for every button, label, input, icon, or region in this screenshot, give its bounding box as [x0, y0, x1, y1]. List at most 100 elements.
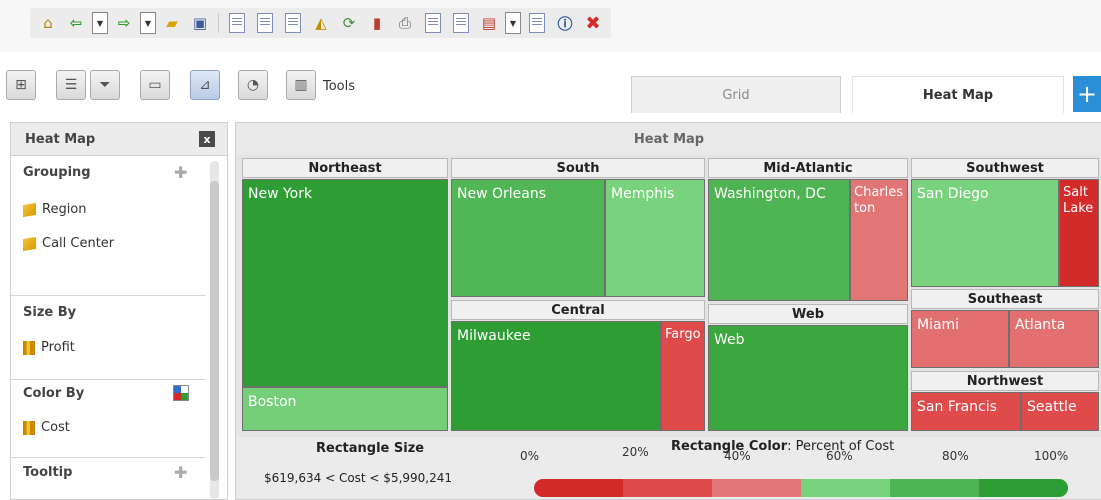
add-grouping-icon[interactable]: ✚ [174, 163, 187, 182]
heatmap-legend: Rectangle Size $619,634 < Cost < $5,990,… [236, 437, 1101, 499]
chart-tool-icon[interactable]: ◔ [238, 70, 268, 100]
heatmap-cell-san-diego[interactable]: San Diego [911, 179, 1059, 287]
panel-scrollbar-thumb[interactable] [210, 181, 219, 481]
close-report-icon[interactable]: ✖ [581, 11, 605, 35]
heatmap-cell-boston[interactable]: Boston [242, 387, 448, 431]
add-tooltip-icon[interactable]: ✚ [174, 463, 187, 482]
home-icon[interactable]: ⌂ [36, 11, 60, 35]
color-scheme-icon[interactable] [173, 385, 189, 401]
close-panel-icon[interactable]: x [199, 131, 215, 147]
panel-title: Heat Map [25, 131, 96, 147]
back-arrow-icon[interactable]: ⇦ [64, 11, 88, 35]
group-header-web: Web [708, 304, 908, 324]
group-header-central: Central [451, 300, 705, 320]
pdf-export-icon[interactable]: ▤ [477, 11, 501, 35]
columns-icon[interactable]: ☰ [56, 70, 86, 100]
legend-tick-label: 0% [520, 449, 540, 463]
report-edit-icon[interactable] [281, 11, 305, 35]
view-toolbar: ⊞ ☰ ⏷ ▭ ⊿ ◔ ▥ Tools Grid Heat Map + [0, 66, 1101, 114]
panel-header: Heat Map x [11, 123, 227, 156]
section-divider [11, 379, 206, 380]
section-divider [11, 295, 206, 296]
group-header-mid-atlantic: Mid-Atlantic [708, 158, 908, 178]
heatmap-cell-atlanta[interactable]: Atlanta [1009, 310, 1099, 368]
grouping-title: Grouping [23, 165, 91, 180]
heatmap-view: Heat Map Northeast New York Boston South… [235, 122, 1101, 500]
tab-heat-map[interactable]: Heat Map [852, 76, 1064, 113]
legend-color-stop [534, 479, 623, 497]
info-icon[interactable]: ⓘ [553, 11, 577, 35]
legend-color-stop [890, 479, 979, 497]
layout-icon[interactable]: ▭ [140, 70, 170, 100]
add-column-icon[interactable]: ⊞ [6, 70, 36, 100]
color-by-item-cost[interactable]: Cost [23, 420, 70, 435]
grouping-item-region[interactable]: Region [23, 202, 87, 217]
heatmap-tool-icon[interactable]: ⊿ [190, 70, 220, 100]
heatmap-cell-seattle[interactable]: Seattle [1021, 392, 1099, 431]
heatmap-cell-milwaukee[interactable]: Milwaukee [451, 321, 661, 431]
legend-color-stop [979, 479, 1068, 497]
color-by-item-label: Cost [41, 420, 70, 435]
report-list-icon[interactable] [253, 11, 277, 35]
legend-color-stop [712, 479, 801, 497]
heatmap-cell-fargo[interactable]: Fargo [661, 321, 705, 431]
main-toolbar-strip: ⌂ ⇦ ▼ ⇨ ▼ ▰ ▣ ◭ ⟳ ▮ ⎙ ▤ ▼ ⓘ ✖ [30, 8, 611, 38]
dimension-icon [23, 236, 36, 251]
heatmap-settings-panel: Heat Map x Grouping ✚ Region Call Center… [10, 122, 228, 500]
group-header-south: South [451, 158, 705, 178]
new-report-icon[interactable] [225, 11, 249, 35]
grouping-item-label: Call Center [42, 236, 115, 251]
measure-icon [23, 420, 35, 435]
section-divider [11, 457, 206, 458]
forward-dropdown-icon[interactable]: ▼ [140, 12, 156, 34]
heatmap-cell-washington-dc[interactable]: Washington, DC [708, 179, 850, 301]
legend-color-scale [534, 479, 1068, 497]
group-header-southeast: Southeast [911, 289, 1099, 309]
filter-icon[interactable]: ⏷ [90, 70, 120, 100]
panel-scrollbar[interactable] [210, 161, 219, 499]
measure-icon [23, 340, 35, 355]
dimension-icon [23, 202, 36, 217]
size-by-item-profit[interactable]: Profit [23, 340, 75, 355]
forward-arrow-icon[interactable]: ⇨ [112, 11, 136, 35]
bookmark-icon[interactable]: ▮ [365, 11, 389, 35]
heatmap-cell-web[interactable]: Web [708, 325, 908, 431]
group-header-northeast: Northeast [242, 158, 448, 178]
export-icon[interactable] [421, 11, 445, 35]
heatmap-cell-san-francisco[interactable]: San Francis [911, 392, 1021, 431]
grouping-item-call-center[interactable]: Call Center [23, 236, 114, 251]
open-folder-icon[interactable]: ▰ [160, 11, 184, 35]
export-dropdown-icon[interactable]: ▼ [505, 12, 521, 34]
heatmap-cell-charleston[interactable]: Charleston [850, 179, 908, 301]
print-icon[interactable]: ⎙ [393, 11, 417, 35]
heatmap-title: Heat Map [236, 123, 1101, 155]
legend-tick-label: 40% [724, 449, 751, 463]
legend-color-title: Rectangle Color: Percent of Cost [671, 439, 894, 454]
save-icon[interactable]: ▣ [188, 11, 212, 35]
legend-tick-label: 100% [1034, 449, 1069, 463]
heatmap-cell-salt-lake[interactable]: Salt Lake [1059, 179, 1099, 287]
heatmap-cell-memphis[interactable]: Memphis [605, 179, 705, 297]
tab-grid[interactable]: Grid [631, 76, 841, 113]
copy-report-icon[interactable] [449, 11, 473, 35]
size-by-title: Size By [23, 305, 77, 320]
legend-tick-label: 20% [622, 445, 649, 459]
color-by-title: Color By [23, 386, 85, 401]
heatmap-cell-new-york[interactable]: New York [242, 179, 448, 387]
refresh-data-icon[interactable]: ⟳ [337, 11, 361, 35]
page-setup-icon[interactable] [525, 11, 549, 35]
tools-label[interactable]: Tools [323, 79, 355, 94]
add-tab-button[interactable]: + [1073, 76, 1101, 112]
tooltip-title: Tooltip [23, 465, 73, 480]
legend-color-stop [623, 479, 712, 497]
main-toolbar: ⌂ ⇦ ▼ ⇨ ▼ ▰ ▣ ◭ ⟳ ▮ ⎙ ▤ ▼ ⓘ ✖ [0, 0, 1101, 52]
legend-tick-label: 80% [942, 449, 969, 463]
bar-chart-tool-icon[interactable]: ▥ [286, 70, 316, 100]
heatmap-cell-miami[interactable]: Miami [911, 310, 1009, 368]
legend-color-stop [801, 479, 890, 497]
back-dropdown-icon[interactable]: ▼ [92, 12, 108, 34]
group-header-northwest: Northwest [911, 371, 1099, 391]
heatmap-cell-new-orleans[interactable]: New Orleans [451, 179, 605, 297]
group-header-southwest: Southwest [911, 158, 1099, 178]
design-tools-icon[interactable]: ◭ [309, 11, 333, 35]
